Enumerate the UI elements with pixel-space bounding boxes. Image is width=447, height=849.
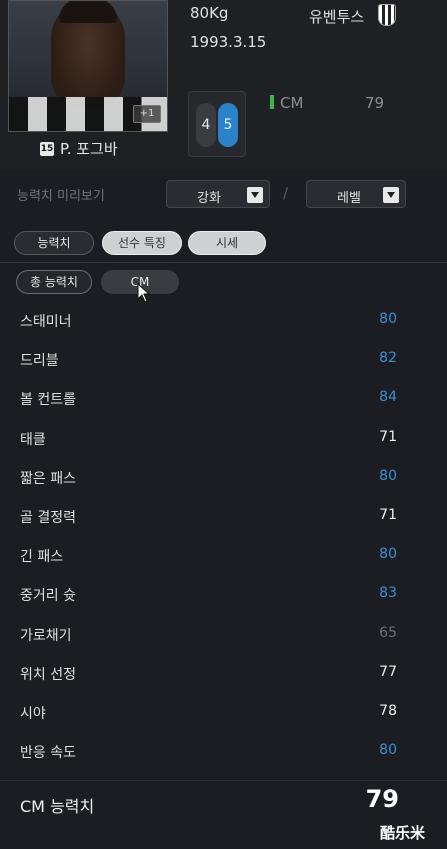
stat-row: 반응 속도 80	[0, 732, 447, 771]
stat-row: 긴 패스 80	[0, 536, 447, 575]
position-color-bar	[270, 95, 274, 109]
stat-row: 골 결정력 71	[0, 497, 447, 536]
player-photo: +1	[8, 0, 168, 132]
stat-name: 스태미너	[20, 314, 72, 330]
stat-value: 80	[379, 467, 397, 484]
stat-value: 80	[379, 742, 397, 759]
stat-row: 스태미너 80	[0, 301, 447, 340]
stat-name: 반응 속도	[20, 745, 76, 762]
stat-row: 중거리 슛 83	[0, 575, 447, 614]
stat-row: 볼 컨트롤 84	[0, 379, 447, 418]
stat-value: 80	[379, 546, 397, 563]
total-row: CM 능력치 79	[0, 780, 447, 821]
subtab-total-stats[interactable]: 총 능력치	[16, 270, 92, 294]
stat-row: 위치 선정 77	[0, 654, 447, 693]
player-name: P. 포그바	[60, 140, 118, 158]
stat-value: 80	[379, 311, 397, 327]
club-crest-icon	[378, 4, 396, 26]
mouse-cursor-icon	[137, 283, 151, 303]
tab-stats[interactable]: 능력치	[14, 231, 94, 255]
stat-name: 시야	[20, 706, 46, 722]
stat-value: 71	[379, 428, 397, 445]
player-club: 유벤투스	[309, 8, 365, 26]
level-dropdown[interactable]: 레벨	[306, 180, 406, 208]
tab-market[interactable]: 시세	[188, 231, 266, 255]
enhance-dropdown[interactable]: 강화	[166, 180, 270, 208]
stat-value: 83	[379, 585, 397, 602]
enhance-badge: +1	[133, 105, 161, 123]
enhance-dropdown-label: 강화	[197, 191, 221, 206]
total-value: 79	[365, 785, 399, 813]
jersey-number: 15	[40, 142, 54, 156]
stat-name: 드리블	[20, 353, 59, 370]
stat-value: 71	[379, 507, 397, 523]
chevron-down-icon	[383, 187, 399, 203]
total-label: CM 능력치	[20, 797, 95, 816]
stat-name: 태클	[20, 431, 46, 448]
left-foot-icon: 4	[196, 103, 216, 147]
stat-row: 짧은 패스 80	[0, 458, 447, 497]
ability-preview-label: 능력치 미리보기	[17, 189, 105, 204]
chevron-down-icon	[247, 187, 263, 203]
stat-value: 82	[379, 350, 397, 367]
stat-row: 드리블 82	[0, 340, 447, 379]
stat-row: 시야 78	[0, 693, 447, 732]
stat-name: 위치 선정	[20, 666, 76, 683]
stat-value: 65	[379, 624, 397, 641]
stat-name: 가로채기	[20, 627, 72, 644]
stat-value: 84	[379, 389, 397, 406]
level-dropdown-label: 레벨	[337, 191, 361, 206]
stat-name: 볼 컨트롤	[20, 392, 76, 409]
stat-name: 중거리 슛	[20, 588, 76, 605]
watermark-text: 酷乐米	[380, 824, 426, 842]
player-birthdate: 1993.3.15	[190, 33, 267, 51]
tab-traits[interactable]: 선수 특징	[102, 231, 182, 255]
stat-name: 골 결정력	[20, 510, 76, 526]
stat-row: 가로채기 65	[0, 615, 447, 654]
player-weight: 80Kg	[190, 4, 229, 22]
separator: /	[283, 184, 289, 202]
stat-row: 태클 71	[0, 419, 447, 458]
stat-name: 긴 패스	[20, 549, 64, 566]
stat-name: 짧은 패스	[20, 470, 76, 487]
position-ovr: 79	[365, 94, 385, 112]
stat-value: 77	[379, 663, 397, 680]
stat-value: 78	[379, 703, 397, 719]
position-label: CM	[280, 94, 304, 112]
right-foot-icon: 5	[218, 103, 238, 147]
